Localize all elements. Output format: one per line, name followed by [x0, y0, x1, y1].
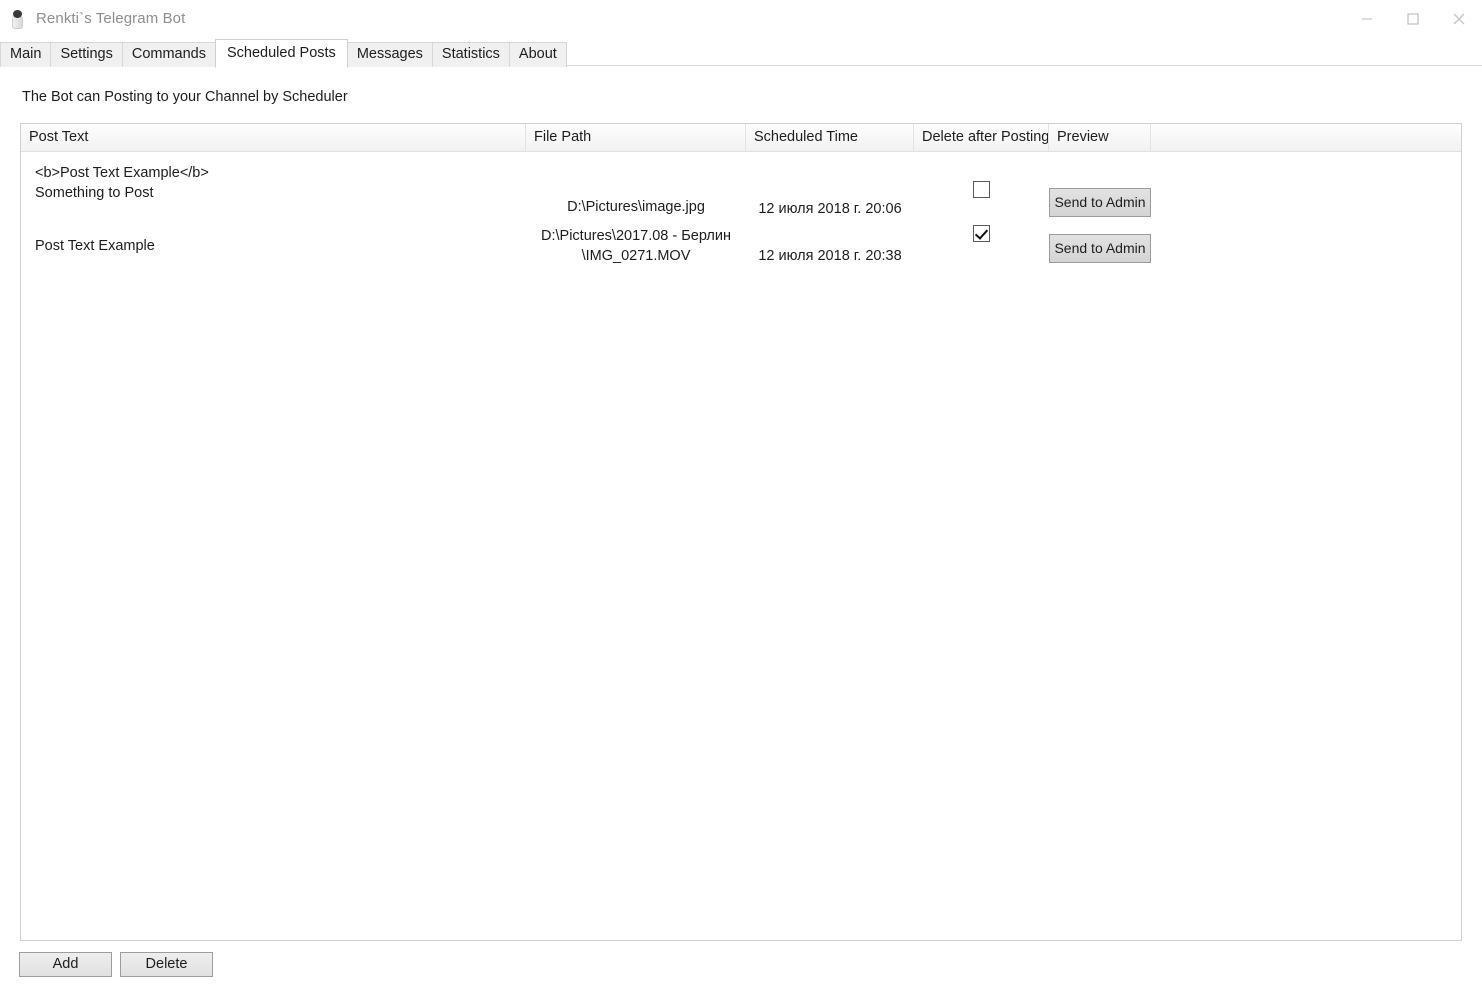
cell-filler	[1151, 152, 1461, 163]
cell-delete-after-posting	[914, 152, 1049, 198]
table-row[interactable]: Post Text Example D:\Pictures\2017.08 - …	[21, 219, 1461, 266]
close-icon[interactable]	[1436, 0, 1482, 37]
delete-after-posting-checkbox[interactable]	[973, 181, 990, 198]
cell-preview: Send to Admin	[1049, 219, 1151, 263]
cell-scheduled-time: 12 июля 2018 г. 20:38	[758, 248, 902, 264]
grid-body: <b>Post Text Example</b> Something to Po…	[21, 152, 1461, 266]
window-controls	[1344, 0, 1482, 37]
post-text-line-1: Post Text Example	[35, 238, 155, 254]
cell-delete-after-posting	[914, 219, 1049, 242]
tab-strip: Main Settings Commands Scheduled Posts M…	[0, 37, 1482, 68]
post-text-line-2: Something to Post	[35, 185, 154, 201]
tab-settings[interactable]: Settings	[50, 42, 123, 67]
cell-preview: Send to Admin	[1049, 152, 1151, 217]
cell-post-text: <b>Post Text Example</b> Something to Po…	[21, 152, 526, 203]
delete-button[interactable]: Delete	[120, 952, 213, 977]
add-button[interactable]: Add	[19, 952, 112, 977]
cell-file-path: D:\Pictures\2017.08 - Берлин \IMG_0271.M…	[526, 219, 746, 266]
cell-filler	[1151, 219, 1461, 230]
grid-header-row: Post Text File Path Scheduled Time Delet…	[21, 124, 1461, 152]
post-text-line-1: <b>Post Text Example</b>	[35, 165, 209, 181]
tab-main[interactable]: Main	[0, 42, 52, 67]
bot-icon	[9, 9, 26, 29]
tab-messages[interactable]: Messages	[346, 42, 433, 67]
send-to-admin-button[interactable]: Send to Admin	[1049, 188, 1151, 217]
tab-commands[interactable]: Commands	[121, 42, 216, 67]
file-path-line-1: D:\Pictures\image.jpg	[567, 199, 705, 215]
cell-file-path: D:\Pictures\image.jpg	[526, 152, 746, 217]
send-to-admin-button[interactable]: Send to Admin	[1049, 234, 1151, 263]
cell-scheduled-time: 12 июля 2018 г. 20:06	[758, 201, 902, 217]
column-header-filler	[1151, 124, 1461, 152]
column-header-scheduled-time[interactable]: Scheduled Time	[746, 124, 914, 152]
tab-about[interactable]: About	[508, 42, 567, 67]
tab-statistics[interactable]: Statistics	[431, 42, 510, 67]
file-path-line-2: \IMG_0271.MOV	[581, 248, 691, 264]
footer-toolbar: Add Delete	[19, 952, 213, 977]
window-title: Renkti`s Telegram Bot	[36, 10, 186, 27]
table-row[interactable]: <b>Post Text Example</b> Something to Po…	[21, 152, 1461, 219]
maximize-icon[interactable]	[1390, 0, 1436, 37]
file-path-line-1: D:\Pictures\2017.08 - Берлин	[541, 228, 731, 244]
column-header-post-text[interactable]: Post Text	[21, 124, 526, 152]
tab-scheduled-posts[interactable]: Scheduled Posts	[214, 39, 348, 68]
scheduled-posts-grid[interactable]: Post Text File Path Scheduled Time Delet…	[20, 123, 1462, 941]
scheduler-hint: The Bot can Posting to your Channel by S…	[22, 89, 348, 105]
column-header-file-path[interactable]: File Path	[526, 124, 746, 152]
minimize-icon[interactable]	[1344, 0, 1390, 37]
cell-post-text: Post Text Example	[21, 219, 526, 256]
column-header-delete-after-posting[interactable]: Delete after Posting	[914, 124, 1049, 152]
column-header-preview[interactable]: Preview	[1049, 124, 1151, 152]
tab-list: Main Settings Commands Scheduled Posts M…	[0, 39, 567, 68]
title-bar: Renkti`s Telegram Bot	[0, 0, 1482, 37]
delete-after-posting-checkbox[interactable]	[973, 225, 990, 242]
